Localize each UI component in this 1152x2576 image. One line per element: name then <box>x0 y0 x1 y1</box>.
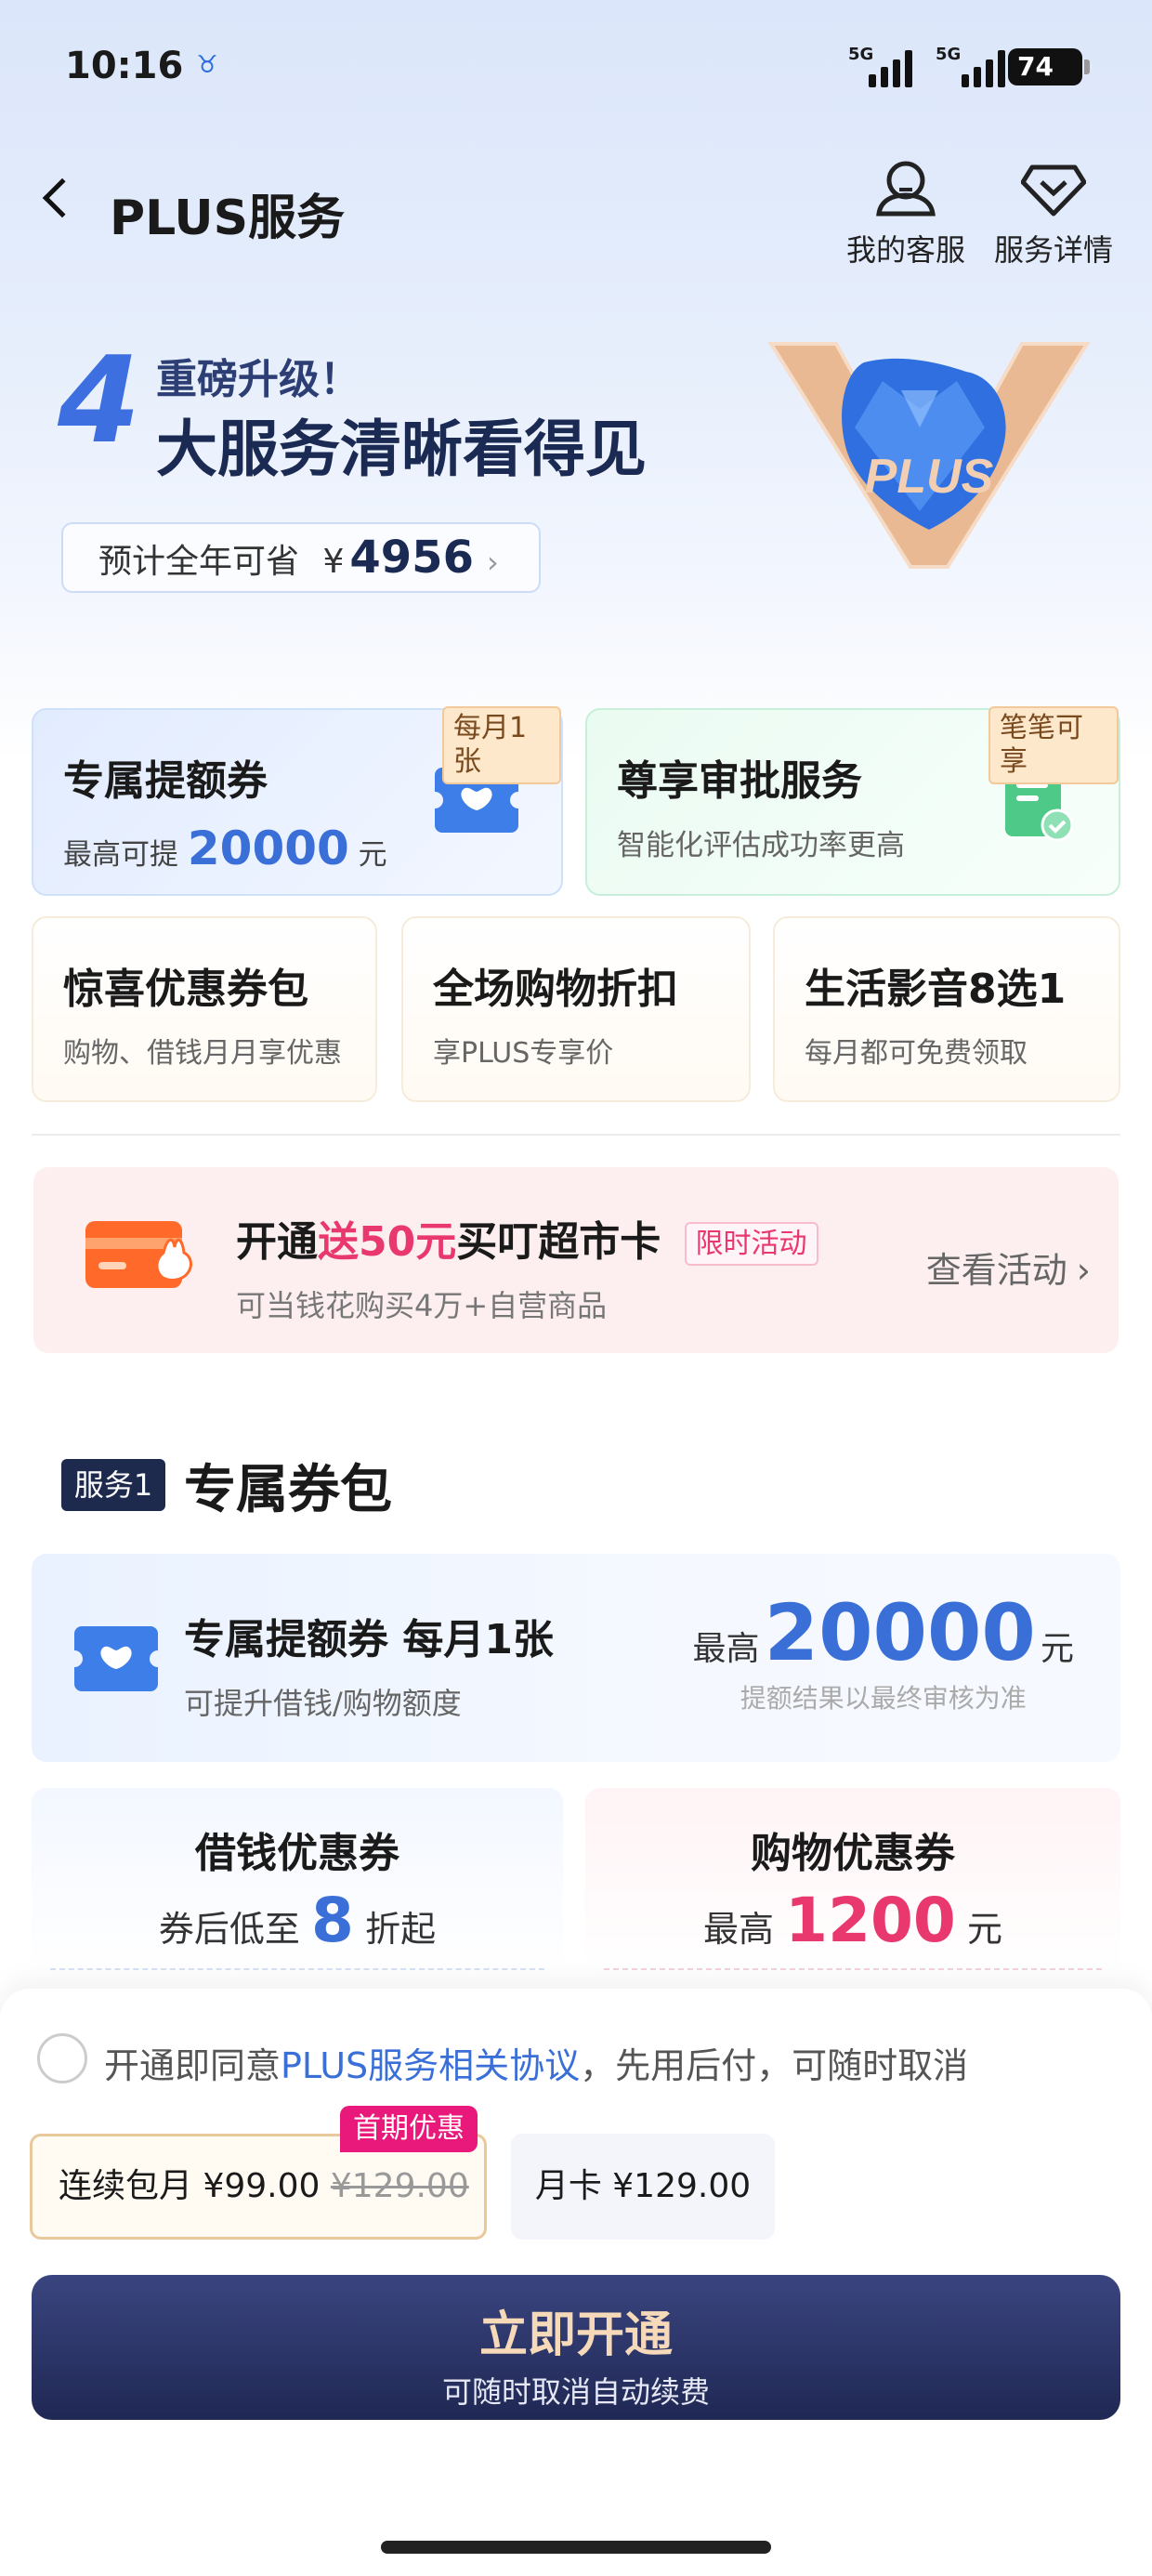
promo-sub: 可当钱花购买4万+自营商品 <box>236 1288 608 1323</box>
loan-coupon-suffix: 折起 <box>365 1909 437 1950</box>
plan-monthly-card[interactable]: 月卡 ¥129.00 <box>511 2134 775 2240</box>
shopping-coupon-prefix: 最高 <box>703 1909 775 1950</box>
agreement-prefix: 开通即同意 <box>104 2045 281 2086</box>
agreement-link[interactable]: PLUS服务相关协议 <box>281 2045 580 2086</box>
shopping-coupon-suffix: 元 <box>966 1909 1002 1950</box>
shopping-coupon-title: 购物优惠券 <box>751 1830 955 1877</box>
savings-label: 预计全年可省 <box>98 543 300 581</box>
loan-coupon-value: 8 <box>311 1885 354 1956</box>
chevron-right-icon: › <box>1076 1250 1091 1291</box>
card-coupon-pack-title: 惊喜优惠券包 <box>63 966 308 1013</box>
shopping-coupon-card[interactable]: 购物优惠券 最高 1200 元 <box>585 1788 1120 1974</box>
card-quota-unit: 元 <box>358 838 387 872</box>
loan-coupon-title: 借钱优惠券 <box>195 1830 399 1877</box>
customer-service-label: 我的客服 <box>845 232 965 268</box>
promo-banner[interactable]: 开通送50元买叮超市卡 限时活动 可当钱花购买4万+自营商品 查看活动 › <box>33 1167 1119 1353</box>
shopping-coupon-value: 1200 <box>785 1885 956 1956</box>
card-approval-tag: 笔笔可享 <box>988 706 1119 784</box>
status-time: 10:16 <box>65 45 184 87</box>
signal-icon: 5G <box>841 45 912 87</box>
meituan-icon: ♉ <box>196 51 218 79</box>
section-badge: 服务1 <box>61 1459 165 1511</box>
first-period-tag: 首期优惠 <box>340 2106 478 2152</box>
card-approval-service[interactable]: 尊享审批服务 智能化评估成功率更高 笔笔可享 <box>585 706 1120 896</box>
card-quota-tag: 每月1张 <box>442 706 561 784</box>
card-shopping-discount[interactable]: 全场购物折扣 享PLUS专享价 <box>401 916 751 1102</box>
card-media-title: 生活影音8选1 <box>805 966 1067 1013</box>
coupon-max-value: 20000 <box>764 1587 1036 1678</box>
card-quota-title: 专属提额券 <box>63 757 268 805</box>
promo-tag: 限时活动 <box>684 1222 818 1266</box>
card-quota-coupon[interactable]: 专属提额券 最高可提 20000 元 每月1张 <box>32 706 563 896</box>
savings-value: 4956 <box>349 532 474 584</box>
agree-checkbox[interactable] <box>37 2033 87 2083</box>
divider <box>32 1134 1120 1136</box>
coupon-note: 提额结果以最终审核为准 <box>740 1683 1027 1714</box>
activate-now-label: 立即开通 <box>478 2307 673 2363</box>
plan2-label: 月卡 ¥129.00 <box>534 2167 752 2205</box>
coupon-title: 专属提额券 每月1张 <box>184 1616 554 1663</box>
loan-coupon-prefix: 券后低至 <box>158 1909 300 1950</box>
customer-service-icon <box>876 161 936 217</box>
card-media-sub: 每月都可免费领取 <box>805 1037 1028 1070</box>
dashed-divider <box>604 1968 1102 1970</box>
plus-badge-text: PLUS <box>865 450 994 504</box>
ticket-icon <box>74 1626 158 1691</box>
promo-highlight: 送50元 <box>318 1218 457 1266</box>
battery-icon: 74 <box>1008 48 1090 85</box>
view-activity-link[interactable]: 查看活动 › <box>926 1242 1091 1293</box>
card-quota-sub-prefix: 最高可提 <box>63 838 178 872</box>
activate-now-button[interactable]: 立即开通 可随时取消自动续费 <box>32 2275 1120 2420</box>
card-shopping-discount-title: 全场购物折扣 <box>433 966 678 1013</box>
section-title: 专属券包 <box>184 1460 392 1520</box>
agreement-text: 开通即同意PLUS服务相关协议，先用后付，可随时取消 <box>104 2037 968 2088</box>
loan-coupon-card[interactable]: 借钱优惠券 券后低至 8 折起 <box>32 1788 563 1974</box>
customer-service-button[interactable]: 我的客服 <box>841 158 971 269</box>
agreement-suffix: ，先用后付，可随时取消 <box>580 2045 969 2086</box>
plan1-label: 连续包月 ¥99.00 <box>59 2167 321 2205</box>
page-title: PLUS服务 <box>110 191 346 246</box>
card-media-membership[interactable]: 生活影音8选1 每月都可免费领取 <box>773 916 1120 1102</box>
card-approval-title: 尊享审批服务 <box>617 757 862 805</box>
card-approval-sub: 智能化评估成功率更高 <box>617 829 905 862</box>
service-details-label: 服务详情 <box>993 232 1113 268</box>
view-activity-label: 查看活动 <box>925 1250 1067 1291</box>
hero-headline: 大服务清晰看得见 <box>156 414 647 485</box>
promo-prefix: 开通 <box>236 1218 318 1266</box>
savings-button[interactable]: 预计全年可省 ¥4956 › <box>61 522 541 593</box>
activate-now-sub: 可随时取消自动续费 <box>441 2374 710 2410</box>
coupon-sub: 可提升借钱/购物额度 <box>184 1686 462 1721</box>
plan1-original-price: ¥129.00 <box>330 2167 469 2205</box>
diamond-icon <box>1021 164 1086 217</box>
home-indicator[interactable] <box>381 2541 771 2554</box>
card-coupon-pack[interactable]: 惊喜优惠券包 购物、借钱月月享优惠 <box>32 916 377 1102</box>
hero-number: 4 <box>58 332 141 470</box>
card-shopping-discount-sub: 享PLUS专享价 <box>433 1037 614 1070</box>
plus-gem-logo: PLUS <box>767 342 1091 569</box>
coupon-max-prefix: 最高 <box>692 1630 760 1668</box>
coupon-max-unit: 元 <box>1040 1630 1074 1668</box>
dashed-divider <box>50 1968 544 1970</box>
hero-subtitle: 重磅升级！ <box>156 356 360 403</box>
exclusive-quota-coupon-card[interactable]: 专属提额券 每月1张 可提升借钱/购物额度 最高 20000 元 提额结果以最终… <box>32 1554 1120 1762</box>
card-quota-value: 20000 <box>187 821 349 875</box>
promo-suffix: 买叮超市卡 <box>456 1218 661 1266</box>
supermarket-card-icon <box>85 1221 192 1288</box>
chevron-right-icon: › <box>486 545 499 580</box>
service-details-button[interactable]: 服务详情 <box>988 158 1119 269</box>
savings-currency: ¥ <box>322 543 345 581</box>
card-coupon-pack-sub: 购物、借钱月月享优惠 <box>63 1037 342 1070</box>
signal-icon-2: 5G <box>934 45 1005 87</box>
